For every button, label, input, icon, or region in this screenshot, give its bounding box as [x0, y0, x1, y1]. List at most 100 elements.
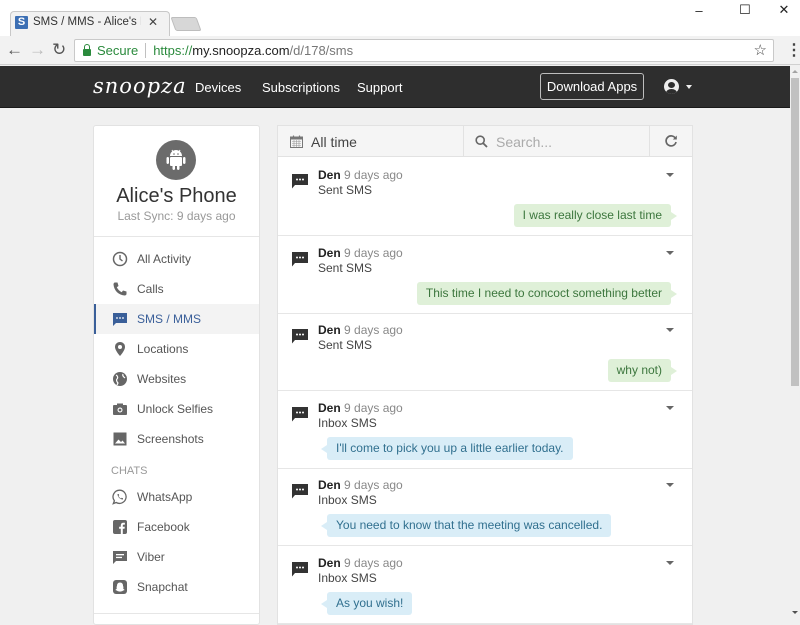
search-box[interactable]: [464, 126, 650, 157]
new-tab-button[interactable]: [170, 17, 202, 31]
message-icon: [112, 311, 128, 327]
message-bubble-sent: This time I need to concoct something be…: [416, 281, 678, 305]
tab-title: SMS / MMS - Alice's Phor: [33, 16, 141, 28]
close-window-button[interactable]: ✕: [768, 0, 800, 20]
sidebar-item-whatsapp[interactable]: WhatsApp: [94, 482, 259, 512]
sidebar-item-label: Viber: [137, 550, 165, 564]
message-header: Den 9 days ago: [318, 478, 403, 492]
message-sender: Den: [318, 323, 341, 337]
snoopza-logo[interactable]: snoopza: [93, 74, 187, 98]
bookmark-star-icon[interactable]: ☆: [754, 41, 767, 59]
page-scrollbar[interactable]: [790, 66, 800, 618]
message-header: Den 9 days ago: [318, 246, 403, 260]
sidebar-item-viber[interactable]: Viber: [94, 542, 259, 572]
lock-icon: [83, 43, 91, 56]
device-name: Alice's Phone: [116, 185, 237, 207]
message-options-caret-icon[interactable]: [666, 250, 674, 255]
sidebar-item-label: WhatsApp: [137, 490, 193, 504]
camera-icon: [112, 401, 128, 417]
minimize-button[interactable]: –: [676, 0, 722, 20]
date-range-picker[interactable]: All time: [278, 126, 464, 157]
scroll-down-arrow-icon[interactable]: [792, 611, 798, 614]
android-icon: [166, 149, 186, 170]
message-sender: Den: [318, 400, 341, 415]
sidebar-item-facebook[interactable]: Facebook: [94, 512, 259, 542]
message-icon: [291, 482, 309, 505]
download-apps-button[interactable]: Download Apps: [540, 73, 644, 100]
message-type: Inbox SMS: [318, 570, 377, 585]
sidebar-item-label: Calls: [137, 282, 164, 296]
tab-close-icon[interactable]: ✕: [148, 15, 158, 29]
image-icon: [112, 431, 128, 447]
security-label: Secure: [97, 43, 139, 58]
sidebar-item-all-activity[interactable]: All Activity: [94, 244, 259, 274]
account-caret-icon[interactable]: [686, 85, 692, 89]
message-sender: Den: [318, 168, 341, 182]
nav-subscriptions[interactable]: Subscriptions: [262, 80, 340, 95]
url-protocol: https://: [153, 43, 193, 58]
message-header: Den 9 days ago: [318, 323, 403, 337]
message-time: 9 days ago: [344, 478, 403, 492]
refresh-button[interactable]: [650, 126, 692, 156]
sidebar-item-websites[interactable]: Websites: [94, 364, 259, 394]
message-icon: [291, 405, 309, 428]
browser-titlebar: S SMS / MMS - Alice's Phor ✕ – ☐ ✕: [0, 0, 800, 36]
message-options-caret-icon[interactable]: [666, 483, 674, 487]
maximize-button[interactable]: ☐: [722, 0, 768, 20]
back-button[interactable]: ←: [6, 40, 23, 60]
message-options-caret-icon[interactable]: [666, 328, 674, 332]
sidebar-item-sms-mms[interactable]: SMS / MMS: [94, 304, 259, 334]
message-options-caret-icon[interactable]: [666, 173, 674, 177]
message-type: Sent SMS: [318, 183, 373, 197]
last-sync: Last Sync: 9 days ago: [117, 209, 236, 223]
reload-button[interactable]: ↻: [52, 40, 66, 60]
viber-icon: [112, 549, 128, 565]
message-time: 9 days ago: [344, 323, 403, 337]
nav-devices[interactable]: Devices: [195, 80, 241, 95]
sidebar-item-screenshots[interactable]: Screenshots: [94, 424, 259, 454]
sidebar-item-unlock-selfies[interactable]: Unlock Selfies: [94, 394, 259, 424]
message-type: Inbox SMS: [318, 415, 377, 430]
message-item: Den 9 days ago Sent SMS why not): [278, 313, 692, 391]
site-header: snoopza Devices Subscriptions Support Do…: [0, 66, 790, 108]
browser-menu-icon[interactable]: ⋮: [786, 40, 800, 60]
sidebar-item-calls[interactable]: Calls: [94, 274, 259, 304]
facebook-icon: [112, 519, 128, 535]
message-sender: Den: [318, 478, 341, 492]
address-bar[interactable]: Secure https:// my.snoopza.com /d/178/sm…: [74, 39, 774, 62]
map-pin-icon: [112, 341, 128, 357]
message-type: Inbox SMS: [318, 493, 377, 507]
user-circle-icon[interactable]: [664, 79, 679, 94]
divider: [94, 236, 259, 237]
search-input[interactable]: [496, 133, 646, 150]
message-time: 9 days ago: [344, 555, 403, 570]
message-item: Den 9 days ago Sent SMS I was really close…: [278, 158, 692, 236]
message-header: Den 9 days ago: [318, 401, 403, 415]
message-item: Den 9 days ago Inbox SMS As you wish!: [278, 546, 692, 624]
message-header: Den 9 days ago: [318, 556, 403, 570]
message-type: Sent SMS: [318, 338, 373, 352]
sidebar-item-snapchat[interactable]: Snapchat: [94, 572, 259, 602]
message-sender: Den: [318, 245, 341, 260]
message-type: Sent SMS: [318, 260, 373, 275]
url-host: my.snoopza.com: [192, 43, 290, 58]
refresh-icon: [665, 135, 677, 147]
message-icon: [291, 172, 309, 195]
clock-icon: [112, 251, 128, 267]
nav-support[interactable]: Support: [357, 80, 403, 95]
message-bubble-inbox: You need to know that the meeting was ca…: [320, 514, 612, 537]
browser-tab-content[interactable]: S SMS / MMS - Alice's Phor ✕: [15, 15, 165, 29]
phone-icon: [112, 281, 128, 297]
sidebar-item-locations[interactable]: Locations: [94, 334, 259, 364]
message-bubble-sent: why not): [607, 359, 678, 382]
scroll-thumb[interactable]: [791, 78, 799, 386]
url-path: /d/178/sms: [289, 43, 354, 58]
forward-button[interactable]: →: [29, 40, 46, 60]
message-options-caret-icon[interactable]: [666, 560, 674, 565]
message-icon: [291, 250, 309, 273]
message-bubble-inbox: As you wish!: [320, 591, 413, 615]
divider: [94, 613, 259, 614]
scroll-up-arrow-icon[interactable]: [792, 70, 798, 73]
message-options-caret-icon[interactable]: [666, 405, 674, 410]
message-icon: [291, 327, 309, 350]
